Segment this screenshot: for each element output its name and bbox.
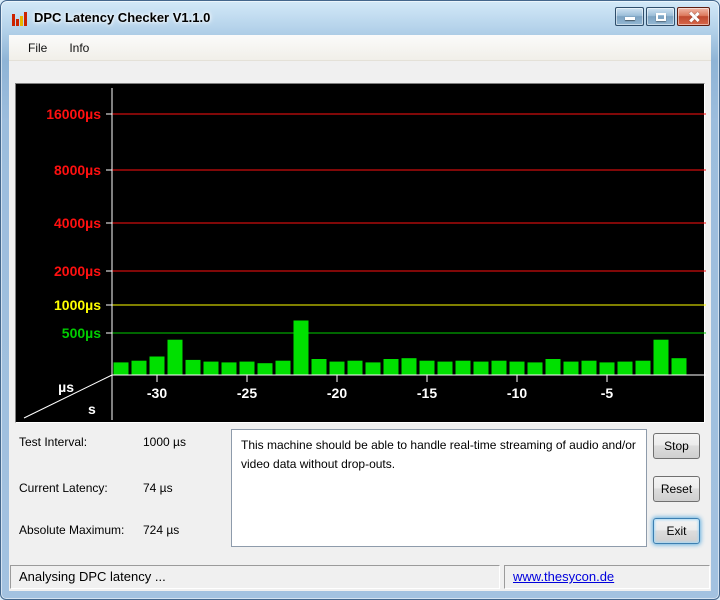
latency-bar [113,362,129,375]
stat-absolute-maximum: Absolute Maximum: 724 µs [19,523,179,537]
latency-bar [617,361,633,375]
stat-label: Absolute Maximum: [19,523,125,537]
status-link-cell: www.thesycon.de [504,565,710,589]
latency-bar [545,359,561,375]
app-window: DPC Latency Checker V1.1.0 File Info 160… [0,0,720,600]
latency-bar [203,361,219,375]
window-title: DPC Latency Checker V1.1.0 [34,9,211,25]
y-axis-label: 4000µs [54,215,101,231]
latency-bar [365,362,381,375]
y-axis-label: 16000µs [46,106,101,122]
latency-bar [563,361,579,375]
menu-info[interactable]: Info [58,37,100,59]
latency-bar [239,361,255,375]
minimize-icon [625,17,635,20]
latency-bar [185,359,201,375]
stat-label: Current Latency: [19,481,108,495]
x-axis-label: -30 [147,385,167,401]
latency-chart: 16000µs 8000µs 4000µs 2000µs 1000µs 500µs -30 -… [15,83,706,423]
diagnosis-text-box: This machine should be able to handle re… [231,429,647,547]
thesycon-link[interactable]: www.thesycon.de [513,569,614,584]
stat-value: 1000 µs [143,435,186,449]
status-bar: Analysing DPC latency ... www.thesycon.d… [9,563,711,591]
title-bar: DPC Latency Checker V1.1.0 [1,1,719,35]
latency-bar [275,360,291,375]
y-axis-label: 2000µs [54,263,101,279]
x-axis-label: -10 [507,385,527,401]
maximize-icon [656,13,666,21]
x-unit-label: s [88,401,96,417]
latency-bar [581,360,597,375]
latency-bar [167,339,183,375]
stop-button[interactable]: Stop [653,433,700,459]
latency-bar [257,363,273,375]
latency-bar [383,359,399,375]
stat-test-interval: Test Interval: 1000 µs [19,435,186,449]
maximize-button[interactable] [646,7,675,26]
stat-value: 724 µs [143,523,180,537]
stat-label: Test Interval: [19,435,88,449]
menu-bar: File Info [9,35,711,61]
window-controls [615,7,710,26]
latency-bar [293,320,309,375]
latency-chart-svg: 16000µs 8000µs 4000µs 2000µs 1000µs 500µs -30 -… [23,88,706,420]
latency-bar [131,360,147,375]
latency-bar [329,361,345,375]
latency-bar [653,339,669,375]
latency-bar [635,360,651,375]
latency-bar [473,361,489,375]
minimize-button[interactable] [615,7,644,26]
latency-bar [455,360,471,375]
y-unit-label: µs [58,379,74,395]
close-icon [688,11,700,23]
status-message: Analysing DPC latency ... [10,565,500,589]
latency-bar [419,360,435,375]
close-button[interactable] [677,7,710,26]
stat-current-latency: Current Latency: 74 µs [19,481,173,495]
latency-bar [527,362,543,375]
latency-bar [149,356,165,375]
latency-bar [509,361,525,375]
stat-value: 74 µs [143,481,173,495]
y-axis-label: 8000µs [54,162,101,178]
latency-bar [221,362,237,375]
client-area: 16000µs 8000µs 4000µs 2000µs 1000µs 500µs -30 -… [9,61,711,563]
menu-file[interactable]: File [17,37,58,59]
x-axis-label: -25 [237,385,257,401]
exit-button[interactable]: Exit [653,518,700,544]
latency-bar [491,360,507,375]
x-axis-label: -20 [327,385,347,401]
latency-bar [599,362,615,375]
app-icon [12,10,28,26]
y-axis-label: 1000µs [54,297,101,313]
x-axis-label: -5 [601,385,614,401]
latency-bar [311,359,327,375]
latency-bar [401,358,417,375]
reset-button[interactable]: Reset [653,476,700,502]
latency-bar [437,361,453,375]
latency-bar [347,360,363,375]
latency-bar [671,358,687,375]
y-axis-label: 500µs [62,325,101,341]
x-axis-label: -15 [417,385,437,401]
